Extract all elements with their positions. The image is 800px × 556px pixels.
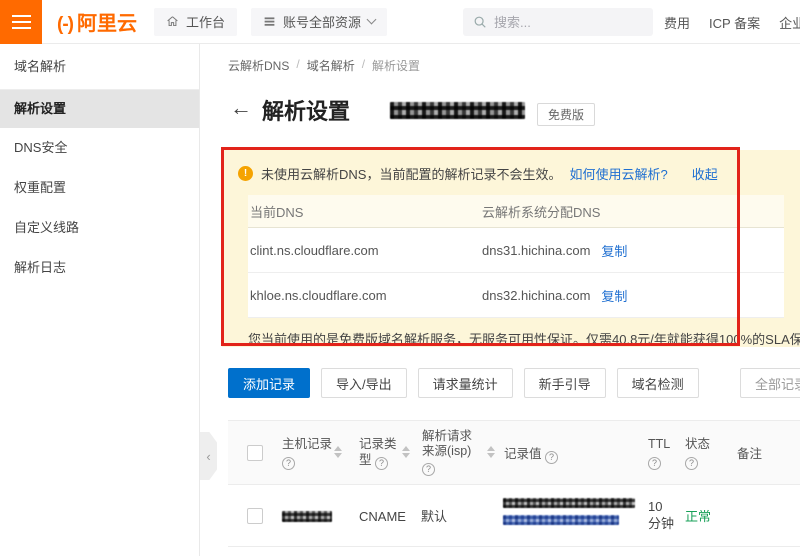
home-icon bbox=[166, 15, 179, 28]
hamburger-menu-icon[interactable] bbox=[0, 0, 42, 44]
help-icon[interactable]: ? bbox=[648, 457, 661, 470]
account-resources-button[interactable]: 账号全部资源 bbox=[251, 8, 387, 36]
sort-asc-icon bbox=[487, 446, 495, 451]
sidebar-item-weight-config[interactable]: 权重配置 bbox=[0, 168, 199, 208]
breadcrumb-domain-resolution[interactable]: 域名解析 bbox=[307, 57, 355, 74]
record-isp-value: 默认 bbox=[421, 509, 447, 525]
help-icon[interactable]: ? bbox=[375, 457, 388, 470]
col-status: 状态 ? bbox=[685, 436, 710, 470]
workbench-label: 工作台 bbox=[186, 12, 225, 31]
resources-label: 账号全部资源 bbox=[283, 12, 361, 31]
records-table-header: 主机记录 ? 记录类 型 ? 解析请求 来源(isp) ? 记录值 ? TTL bbox=[228, 420, 800, 485]
record-ttl: 10 分钟 bbox=[648, 498, 674, 532]
search-icon bbox=[473, 15, 487, 29]
upsell-text: 您当前使用的是免费版域名解析服务，无服务可用性保证。仅需40.8元/年就能获得1… bbox=[248, 329, 800, 348]
all-records-dropdown[interactable]: 全部记录 bbox=[740, 368, 800, 398]
redacted-host-record bbox=[282, 511, 332, 522]
sidebar-collapse-handle[interactable]: ‹ bbox=[200, 432, 217, 480]
chevron-down-icon bbox=[367, 15, 377, 25]
col-remark: 备注 bbox=[737, 446, 762, 462]
add-record-button[interactable]: 添加记录 bbox=[228, 368, 310, 398]
assigned-dns-value: dns32.hichina.com bbox=[482, 288, 590, 303]
col-ttl: TTL ? bbox=[648, 436, 670, 470]
sidebar: 域名解析 解析设置 DNS安全 权重配置 自定义线路 解析日志 bbox=[0, 44, 200, 556]
dns-table-row: clint.ns.cloudflare.com dns31.hichina.co… bbox=[248, 228, 784, 273]
redacted-record-value-line1 bbox=[503, 498, 635, 508]
sort-desc-icon bbox=[334, 453, 342, 458]
col-isp-source: 解析请求 来源(isp) ? bbox=[422, 429, 472, 476]
breadcrumb-current: 解析设置 bbox=[372, 57, 420, 74]
col-host-record: 主机记录 ? bbox=[282, 436, 332, 470]
col-record-type: 记录类 型 ? bbox=[359, 436, 397, 470]
help-icon[interactable]: ? bbox=[685, 457, 698, 470]
copy-dns-button[interactable]: 复制 bbox=[601, 286, 627, 305]
request-stats-button[interactable]: 请求量统计 bbox=[418, 368, 513, 398]
sidebar-item-dns-security[interactable]: DNS安全 bbox=[0, 128, 199, 168]
sort-isp-control[interactable] bbox=[487, 446, 495, 458]
col-record-value: 记录值 ? bbox=[504, 446, 558, 464]
sort-desc-icon bbox=[487, 453, 495, 458]
page-title: 解析设置 bbox=[262, 94, 350, 126]
collapse-chevron-icon: ‹ bbox=[206, 449, 210, 464]
resources-icon bbox=[263, 15, 276, 28]
sidebar-item-custom-lines[interactable]: 自定义线路 bbox=[0, 208, 199, 248]
redacted-record-value-line2 bbox=[503, 515, 619, 525]
sidebar-item-domain-resolution[interactable]: 域名解析 bbox=[0, 44, 199, 90]
record-row: CNAME 默认 10 分钟 正常 bbox=[228, 485, 800, 547]
nav-icp[interactable]: ICP 备案 bbox=[709, 13, 760, 32]
row-checkbox[interactable] bbox=[247, 508, 263, 524]
main-content: 云解析DNS / 域名解析 / 解析设置 ← 解析设置 免费版 ! 未使用云解析… bbox=[201, 44, 800, 556]
dns-table-row: khloe.ns.cloudflare.com dns32.hichina.co… bbox=[248, 273, 784, 318]
sidebar-item-resolution-settings[interactable]: 解析设置 bbox=[0, 90, 199, 128]
warning-text: 未使用云解析DNS，当前配置的解析记录不会生效。 bbox=[261, 164, 561, 183]
logo-mark: (-) bbox=[57, 14, 73, 36]
aliyun-logo[interactable]: (-) 阿里云 bbox=[57, 7, 137, 36]
current-dns-value: clint.ns.cloudflare.com bbox=[248, 243, 482, 258]
sort-asc-icon bbox=[402, 446, 410, 451]
plan-badge: 免费版 bbox=[537, 103, 595, 126]
top-bar: (-) 阿里云 工作台 账号全部资源 费用 ICP 备案 企业 支 bbox=[0, 0, 800, 44]
current-dns-value: khloe.ns.cloudflare.com bbox=[248, 288, 482, 303]
help-icon[interactable]: ? bbox=[422, 463, 435, 476]
help-icon[interactable]: ? bbox=[282, 457, 295, 470]
logo-text: 阿里云 bbox=[77, 7, 137, 36]
toolbar: 添加记录 导入/导出 请求量统计 新手引导 域名检测 全部记录 bbox=[228, 368, 699, 398]
col-current-dns: 当前DNS bbox=[248, 202, 482, 221]
domain-check-button[interactable]: 域名检测 bbox=[617, 368, 699, 398]
help-icon[interactable]: ? bbox=[545, 451, 558, 464]
warning-icon: ! bbox=[238, 166, 253, 181]
breadcrumb-separator: / bbox=[296, 57, 299, 74]
dns-warning-banner: ! 未使用云解析DNS，当前配置的解析记录不会生效。 如何使用云解析? 收起 当… bbox=[222, 150, 800, 347]
collapse-notice-link[interactable]: 收起 bbox=[692, 164, 718, 183]
sort-type-control[interactable] bbox=[402, 446, 410, 458]
record-type-value: CNAME bbox=[359, 509, 406, 525]
sort-host-control[interactable] bbox=[334, 446, 342, 458]
sidebar-item-resolution-logs[interactable]: 解析日志 bbox=[0, 248, 199, 288]
back-button[interactable]: ← bbox=[230, 96, 252, 120]
dns-table-header: 当前DNS 云解析系统分配DNS bbox=[248, 195, 784, 228]
how-to-use-link[interactable]: 如何使用云解析? bbox=[569, 164, 667, 183]
nav-enterprise[interactable]: 企业 bbox=[779, 13, 800, 32]
search-input[interactable] bbox=[494, 15, 634, 30]
breadcrumb: 云解析DNS / 域名解析 / 解析设置 bbox=[228, 57, 420, 74]
global-search[interactable] bbox=[463, 8, 653, 36]
redacted-domain-name bbox=[390, 102, 525, 119]
copy-dns-button[interactable]: 复制 bbox=[601, 241, 627, 260]
sort-desc-icon bbox=[402, 453, 410, 458]
top-nav: 费用 ICP 备案 企业 支 bbox=[664, 0, 800, 44]
import-export-button[interactable]: 导入/导出 bbox=[321, 368, 407, 398]
nav-billing[interactable]: 费用 bbox=[664, 13, 690, 32]
workbench-button[interactable]: 工作台 bbox=[154, 8, 237, 36]
dns-comparison-table: 当前DNS 云解析系统分配DNS clint.ns.cloudflare.com… bbox=[248, 195, 784, 318]
select-all-checkbox[interactable] bbox=[247, 445, 263, 461]
assigned-dns-value: dns31.hichina.com bbox=[482, 243, 590, 258]
warning-message-row: ! 未使用云解析DNS，当前配置的解析记录不会生效。 如何使用云解析? 收起 bbox=[222, 150, 800, 183]
col-assigned-dns: 云解析系统分配DNS bbox=[482, 202, 784, 221]
breadcrumb-separator: / bbox=[362, 57, 365, 74]
sort-asc-icon bbox=[334, 446, 342, 451]
breadcrumb-dns[interactable]: 云解析DNS bbox=[228, 57, 289, 74]
record-status: 正常 bbox=[685, 509, 711, 525]
beginner-guide-button[interactable]: 新手引导 bbox=[524, 368, 606, 398]
